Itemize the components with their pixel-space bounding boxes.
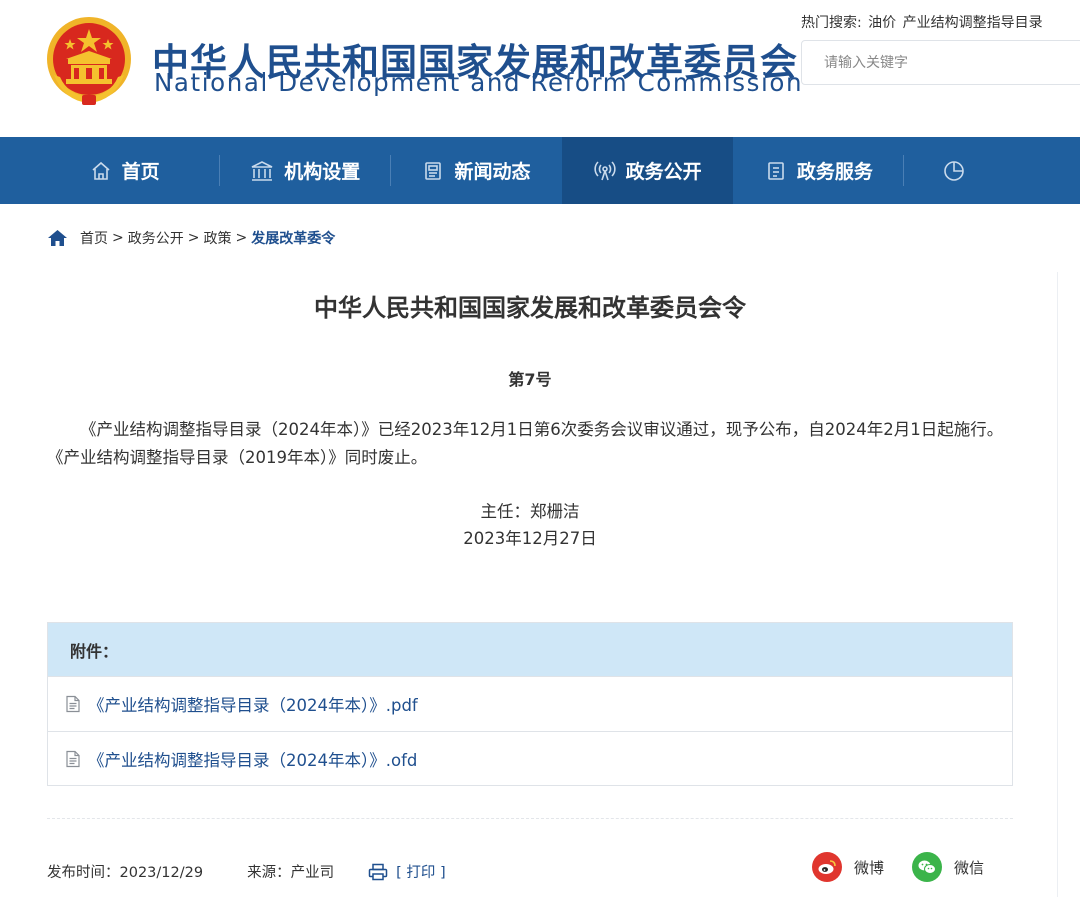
article-meta: 发布时间：2023/12/29 来源：产业司 [ 打印 ]: [47, 861, 446, 882]
share-wechat[interactable]: 微信: [912, 852, 984, 882]
breadcrumb-link[interactable]: 政务公开: [128, 228, 184, 248]
building-icon: [251, 160, 273, 181]
breadcrumb-current[interactable]: 发展改革委令: [251, 228, 335, 248]
news-icon: [425, 161, 442, 180]
nav-item-home[interactable]: 首页: [0, 137, 220, 204]
nav-item-government-affairs[interactable]: 政务公开: [562, 137, 734, 204]
pie-chart-icon: [944, 160, 965, 181]
nav-item-services[interactable]: 政务服务: [733, 137, 905, 204]
hot-search-link[interactable]: 油价: [868, 15, 896, 31]
signature-date: 2023年12月27日: [463, 529, 597, 548]
attachment-box: 附件： 《产业结构调整指导目录（2024年本）》.pdf 《产业结构调整指导目录…: [47, 622, 1013, 786]
article-number: 第7号: [508, 370, 552, 389]
print-label: [ 打印 ]: [396, 865, 446, 881]
nav-label: 机构设置: [284, 161, 361, 183]
nav-item-organization[interactable]: 机构设置: [220, 137, 391, 204]
attachment-item[interactable]: 《产业结构调整指导目录（2024年本）》.ofd: [48, 731, 1012, 785]
nav-label: 新闻动态: [454, 161, 531, 183]
breadcrumb-link[interactable]: 政策: [203, 228, 231, 248]
article-body: 《产业结构调整指导目录（2024年本）》已经2023年12月1日第6次委务会议审…: [47, 420, 1004, 467]
file-icon: [66, 750, 80, 767]
nav-item-data[interactable]: [904, 137, 1080, 204]
hot-search-link[interactable]: 产业结构调整指导目录: [903, 15, 1043, 31]
weibo-icon: [812, 852, 842, 882]
attachment-header: 附件：: [48, 623, 1012, 677]
share-weibo-label: 微博: [854, 858, 885, 877]
site-header: 中华人民共和国国家发展和改革委员会 National Development a…: [0, 0, 1080, 137]
home-icon[interactable]: [47, 229, 68, 247]
share-wechat-label: 微信: [954, 858, 985, 877]
breadcrumb-separator: >: [235, 230, 248, 246]
attachment-item[interactable]: 《产业结构调整指导目录（2024年本）》.pdf: [48, 677, 1012, 731]
signatory: 主任：郑栅洁: [480, 502, 580, 521]
hot-search: 热门搜索: 油价 产业结构调整指导目录: [801, 12, 1045, 32]
search-box: [801, 40, 1080, 85]
nav-item-news[interactable]: 新闻动态: [391, 137, 562, 204]
breadcrumb-separator: >: [112, 230, 124, 246]
hot-search-label: 热门搜索:: [801, 15, 862, 31]
document-icon: [768, 161, 784, 180]
home-icon: [92, 161, 110, 180]
article-signature: 主任：郑栅洁 2023年12月27日: [0, 498, 1060, 552]
printer-icon: [368, 863, 388, 880]
nav-label: 政务公开: [625, 161, 702, 183]
breadcrumb: 首页 > 政务公开 > 政策 > 发展改革委令: [47, 228, 335, 248]
search-input[interactable]: [802, 41, 1052, 84]
attachment-link[interactable]: 《产业结构调整指导目录（2024年本）》.ofd: [88, 747, 417, 771]
breadcrumb-separator: >: [187, 230, 200, 246]
wechat-icon: [912, 852, 943, 882]
site-title-en[interactable]: National Development and Reform Commissi…: [154, 68, 803, 97]
share-bar: 微博 微信: [812, 852, 984, 882]
main-nav: 首页 机构设置 新闻动态 政务公开 政务服务: [0, 137, 1080, 204]
article-source: 来源：产业司: [247, 865, 335, 881]
file-icon: [66, 695, 80, 713]
nav-label: 政务服务: [796, 161, 873, 183]
broadcast-icon: [594, 160, 616, 180]
print-button[interactable]: [ 打印 ]: [368, 861, 446, 882]
breadcrumb-link[interactable]: 首页: [80, 228, 108, 248]
national-emblem-icon[interactable]: [44, 15, 134, 107]
share-weibo[interactable]: 微博: [812, 852, 884, 882]
publish-time: 发布时间：2023/12/29: [47, 865, 204, 881]
attachment-link[interactable]: 《产业结构调整指导目录（2024年本）》.pdf: [88, 692, 418, 716]
article-title: 中华人民共和国国家发展和改革委员会令: [314, 294, 746, 322]
nav-label: 首页: [121, 161, 160, 183]
content-divider: [47, 818, 1013, 819]
